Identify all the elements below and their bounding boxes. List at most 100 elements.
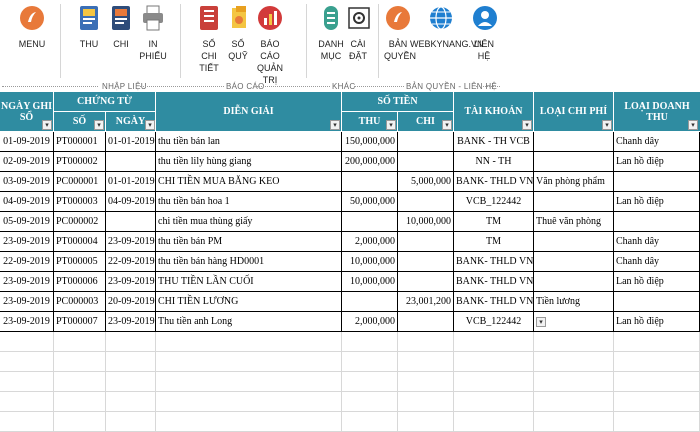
cell-loai-chi-phi[interactable] — [534, 272, 614, 292]
cell-thu[interactable]: 2,000,000 — [342, 312, 398, 332]
cell-thu[interactable] — [342, 292, 398, 312]
cai-dat-button[interactable]: CÀI ĐẶT — [346, 4, 370, 62]
filter-thu-button[interactable]: ▾ — [386, 120, 396, 130]
cell-loai-chi-phi[interactable]: Thuê văn phòng — [534, 212, 614, 232]
cell-tai-khoan[interactable]: BANK - TH VCB — [454, 132, 534, 152]
empty-cell[interactable] — [342, 332, 398, 352]
filter-so-button[interactable]: ▾ — [94, 120, 104, 130]
cell-so[interactable]: PT000001 — [54, 132, 106, 152]
cell-loai-doanh-thu[interactable]: Lan hồ điệp — [614, 192, 700, 212]
cell-dien-giai[interactable]: chi tiền mua thùng giấy — [156, 212, 342, 232]
cell-loai-doanh-thu[interactable] — [614, 292, 700, 312]
empty-cell[interactable] — [614, 332, 700, 352]
cell-tai-khoan[interactable]: BANK- THLD VND — [454, 252, 534, 272]
empty-cell[interactable] — [54, 352, 106, 372]
cell-ngay-ghi[interactable]: 22-09-2019 — [0, 252, 54, 272]
cell-loai-doanh-thu[interactable]: Lan hồ điệp — [614, 312, 700, 332]
empty-cell[interactable] — [534, 352, 614, 372]
cell-ngay[interactable]: 23-09-2019 — [106, 232, 156, 252]
cell-so[interactable]: PT000006 — [54, 272, 106, 292]
cell-ngay-ghi[interactable]: 23-09-2019 — [0, 312, 54, 332]
cell-dien-giai[interactable]: thu tiền bán PM — [156, 232, 342, 252]
cell-so[interactable]: PC000002 — [54, 212, 106, 232]
cell-loai-chi-phi[interactable] — [534, 192, 614, 212]
cell-thu[interactable]: 2,000,000 — [342, 232, 398, 252]
thu-button[interactable]: THU — [76, 4, 102, 50]
empty-cell[interactable] — [54, 332, 106, 352]
cell-thu[interactable]: 10,000,000 — [342, 272, 398, 292]
webkynang-button[interactable]: WEBKYNANG.VN — [410, 4, 484, 50]
filter-loai-chi-phi-button[interactable]: ▾ — [602, 120, 612, 130]
cell-so[interactable]: PC000003 — [54, 292, 106, 312]
empty-cell[interactable] — [156, 392, 342, 412]
cell-tai-khoan[interactable]: VCB_122442 — [454, 312, 534, 332]
cell-thu[interactable]: 200,000,000 — [342, 152, 398, 172]
cell-loai-chi-phi[interactable]: Tiền lương — [534, 292, 614, 312]
cell-loai-doanh-thu[interactable]: Chanh dây — [614, 232, 700, 252]
empty-cell[interactable] — [398, 372, 454, 392]
cell-loai-chi-phi[interactable] — [534, 312, 614, 332]
empty-cell[interactable] — [454, 392, 534, 412]
cell-chi[interactable] — [398, 232, 454, 252]
cell-loai-chi-phi[interactable] — [534, 232, 614, 252]
filter-loai-doanh-thu-button[interactable]: ▾ — [688, 120, 698, 130]
cell-tai-khoan[interactable]: BANK- THLD VND — [454, 172, 534, 192]
cell-loai-doanh-thu[interactable] — [614, 172, 700, 192]
cell-loai-doanh-thu[interactable]: Lan hồ điệp — [614, 152, 700, 172]
cell-chi[interactable]: 10,000,000 — [398, 212, 454, 232]
empty-cell[interactable] — [342, 412, 398, 432]
cell-thu[interactable]: 50,000,000 — [342, 192, 398, 212]
empty-cell[interactable] — [342, 392, 398, 412]
ban-quyen-button[interactable]: BẢN QUYỀN — [384, 4, 416, 62]
cell-ngay-ghi[interactable]: 23-09-2019 — [0, 232, 54, 252]
cell-tai-khoan[interactable]: VCB_122442 — [454, 192, 534, 212]
cell-tai-khoan[interactable]: NN - TH — [454, 152, 534, 172]
empty-cell[interactable] — [614, 412, 700, 432]
cell-chi[interactable]: 23,001,200 — [398, 292, 454, 312]
empty-cell[interactable] — [156, 352, 342, 372]
cell-ngay[interactable]: 22-09-2019 — [106, 252, 156, 272]
cell-ngay[interactable] — [106, 152, 156, 172]
filter-tai-khoan-button[interactable]: ▾ — [522, 120, 532, 130]
empty-cell[interactable] — [454, 332, 534, 352]
cell-ngay[interactable] — [106, 212, 156, 232]
cell-so[interactable]: PT000005 — [54, 252, 106, 272]
empty-cell[interactable] — [342, 372, 398, 392]
cell-chi[interactable] — [398, 192, 454, 212]
empty-cell[interactable] — [534, 332, 614, 352]
cell-dien-giai[interactable]: Thu tiền anh Long — [156, 312, 342, 332]
empty-cell[interactable] — [106, 372, 156, 392]
danh-muc-button[interactable]: DANH MỤC — [318, 4, 344, 62]
cell-loai-chi-phi[interactable] — [534, 252, 614, 272]
so-chi-tiet-button[interactable]: SỔ CHI TIẾT — [194, 4, 224, 74]
cell-ngay-ghi[interactable]: 03-09-2019 — [0, 172, 54, 192]
cell-ngay[interactable]: 04-09-2019 — [106, 192, 156, 212]
empty-cell[interactable] — [0, 412, 54, 432]
cell-chi[interactable]: 5,000,000 — [398, 172, 454, 192]
empty-cell[interactable] — [534, 372, 614, 392]
cell-tai-khoan[interactable]: TM — [454, 232, 534, 252]
so-quy-button[interactable]: SỔ QUỸ — [226, 4, 250, 62]
cell-dien-giai[interactable]: thu tiền lily hùng giang — [156, 152, 342, 172]
empty-cell[interactable] — [398, 412, 454, 432]
empty-cell[interactable] — [454, 372, 534, 392]
cell-dien-giai[interactable]: THU TIỀN LẦN CUỐI — [156, 272, 342, 292]
cell-loai-doanh-thu[interactable]: Chanh dây — [614, 132, 700, 152]
cell-loai-chi-phi[interactable] — [534, 132, 614, 152]
lien-he-button[interactable]: LIÊN HỆ — [472, 4, 497, 62]
empty-cell[interactable] — [0, 332, 54, 352]
bao-cao-quan-tri-button[interactable]: BÁO CÁO QUẢN TRỊ — [250, 4, 290, 86]
cell-thu[interactable] — [342, 172, 398, 192]
empty-cell[interactable] — [0, 392, 54, 412]
cell-chi[interactable] — [398, 132, 454, 152]
cell-so[interactable]: PT000003 — [54, 192, 106, 212]
cell-ngay-ghi[interactable]: 23-09-2019 — [0, 272, 54, 292]
cell-chi[interactable] — [398, 152, 454, 172]
cell-ngay-ghi[interactable]: 02-09-2019 — [0, 152, 54, 172]
cell-thu[interactable] — [342, 212, 398, 232]
empty-cell[interactable] — [54, 372, 106, 392]
filter-ngay-button[interactable]: ▾ — [145, 120, 155, 130]
filter-ngay-ghi-so-button[interactable]: ▾ — [42, 120, 52, 130]
cell-ngay-ghi[interactable]: 04-09-2019 — [0, 192, 54, 212]
empty-cell[interactable] — [106, 412, 156, 432]
